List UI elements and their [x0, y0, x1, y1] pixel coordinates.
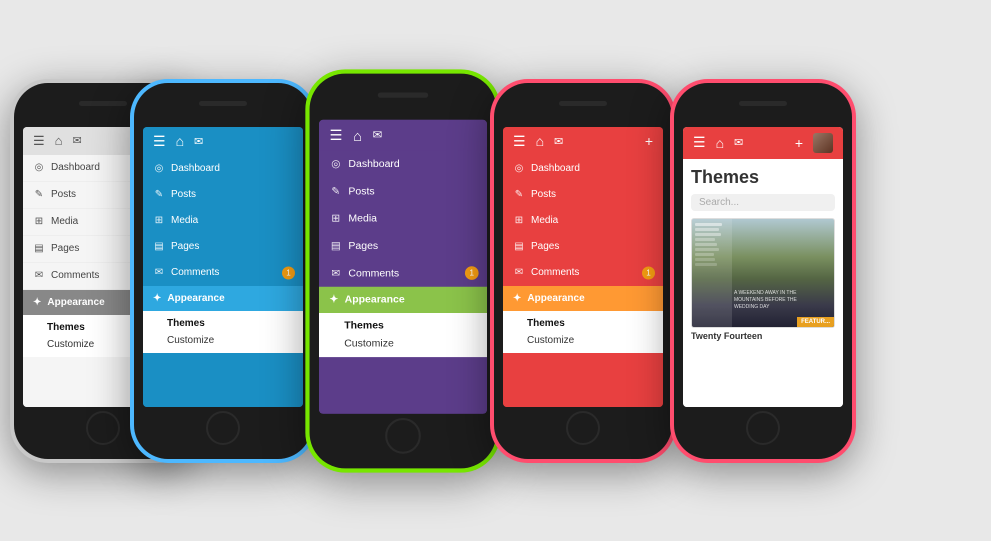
- appearance-row[interactable]: ✦ Appearance: [143, 286, 303, 311]
- themes-panel: Themes Search...: [683, 159, 843, 407]
- customize-link[interactable]: Customize: [513, 332, 653, 349]
- themes-link[interactable]: Themes: [513, 315, 653, 332]
- sub-menu: Themes Customize: [143, 311, 303, 353]
- home-icon[interactable]: ⌂: [176, 133, 184, 149]
- sub-menu: Themes Customize: [319, 313, 487, 357]
- menu-icon[interactable]: ☰: [33, 133, 45, 149]
- comment-icon[interactable]: ✉: [194, 135, 203, 148]
- phone-5: ☰ ⌂ ✉ + Themes Search...: [670, 79, 856, 463]
- menu-item-dashboard[interactable]: ◎ Dashboard: [143, 156, 303, 182]
- menu-item-dashboard[interactable]: ◎ Dashboard: [503, 156, 663, 182]
- menu-item-posts[interactable]: ✎ Posts: [319, 177, 487, 204]
- sub-menu: Themes Customize: [503, 311, 663, 353]
- comments-badge: 1: [465, 266, 479, 280]
- menu-item-pages[interactable]: ▤ Pages: [319, 232, 487, 259]
- menu-icon[interactable]: ☰: [693, 134, 706, 151]
- featured-banner: FEATUR...: [797, 317, 834, 327]
- menu-item-media[interactable]: ⊞ Media: [143, 208, 303, 234]
- phones-scene: ☰ ⌂ ✉ ◎ Dashboard ✎ Posts: [0, 0, 991, 541]
- themes-link[interactable]: Themes: [153, 315, 293, 332]
- menu-icon[interactable]: ☰: [153, 133, 166, 150]
- phone-2: ☰ ⌂ ✉ ◎ Dashboard ✎ Posts: [130, 79, 316, 463]
- comment-icon[interactable]: ✉: [734, 136, 743, 149]
- appearance-row[interactable]: ✦ Appearance: [319, 286, 487, 312]
- comment-icon[interactable]: ✉: [73, 134, 82, 147]
- appearance-row[interactable]: ✦ Appearance: [503, 286, 663, 311]
- menu-item-dashboard[interactable]: ◎ Dashboard: [319, 150, 487, 177]
- menu-item-posts[interactable]: ✎ Posts: [143, 182, 303, 208]
- menu-item-comments[interactable]: ✉ Comments 1: [143, 260, 303, 286]
- phone-4: ☰ ⌂ ✉ + ◎ Dashboard ✎ Posts: [490, 79, 676, 463]
- themes-link[interactable]: Themes: [330, 317, 477, 335]
- menu-item-pages[interactable]: ▤ Pages: [503, 234, 663, 260]
- comments-badge: 1: [282, 266, 295, 279]
- menu-item-comments[interactable]: ✉ Comments 1: [503, 260, 663, 286]
- themes-title: Themes: [691, 167, 835, 188]
- theme-card[interactable]: A WEEKEND AWAY IN THEMOUNTAINS BEFORE TH…: [691, 218, 835, 328]
- menu-item-media[interactable]: ⊞ Media: [319, 204, 487, 231]
- menu-item-media[interactable]: ⊞ Media: [503, 208, 663, 234]
- comment-icon[interactable]: ✉: [554, 135, 563, 148]
- theme-description: A WEEKEND AWAY IN THEMOUNTAINS BEFORE TH…: [734, 290, 831, 311]
- home-icon[interactable]: ⌂: [536, 133, 544, 149]
- menu-item-posts[interactable]: ✎ Posts: [503, 182, 663, 208]
- menu-item-pages[interactable]: ▤ Pages: [143, 234, 303, 260]
- plus-icon[interactable]: +: [795, 135, 803, 151]
- home-icon[interactable]: ⌂: [353, 126, 362, 143]
- customize-link[interactable]: Customize: [330, 335, 477, 353]
- home-icon[interactable]: ⌂: [716, 135, 724, 151]
- theme-name: Twenty Fourteen: [691, 328, 835, 344]
- search-box[interactable]: Search...: [691, 194, 835, 211]
- menu-item-comments[interactable]: ✉ Comments 1: [319, 259, 487, 286]
- avatar: [813, 133, 833, 153]
- plus-icon[interactable]: +: [645, 133, 653, 149]
- phone-3: ☰ ⌂ ✉ ◎ Dashboard ✎ Posts: [305, 69, 500, 472]
- menu-icon[interactable]: ☰: [513, 133, 526, 150]
- customize-link[interactable]: Customize: [153, 332, 293, 349]
- comments-badge: 1: [642, 266, 655, 279]
- menu-icon[interactable]: ☰: [330, 126, 343, 144]
- comment-icon[interactable]: ✉: [373, 128, 383, 142]
- home-icon[interactable]: ⌂: [55, 133, 63, 148]
